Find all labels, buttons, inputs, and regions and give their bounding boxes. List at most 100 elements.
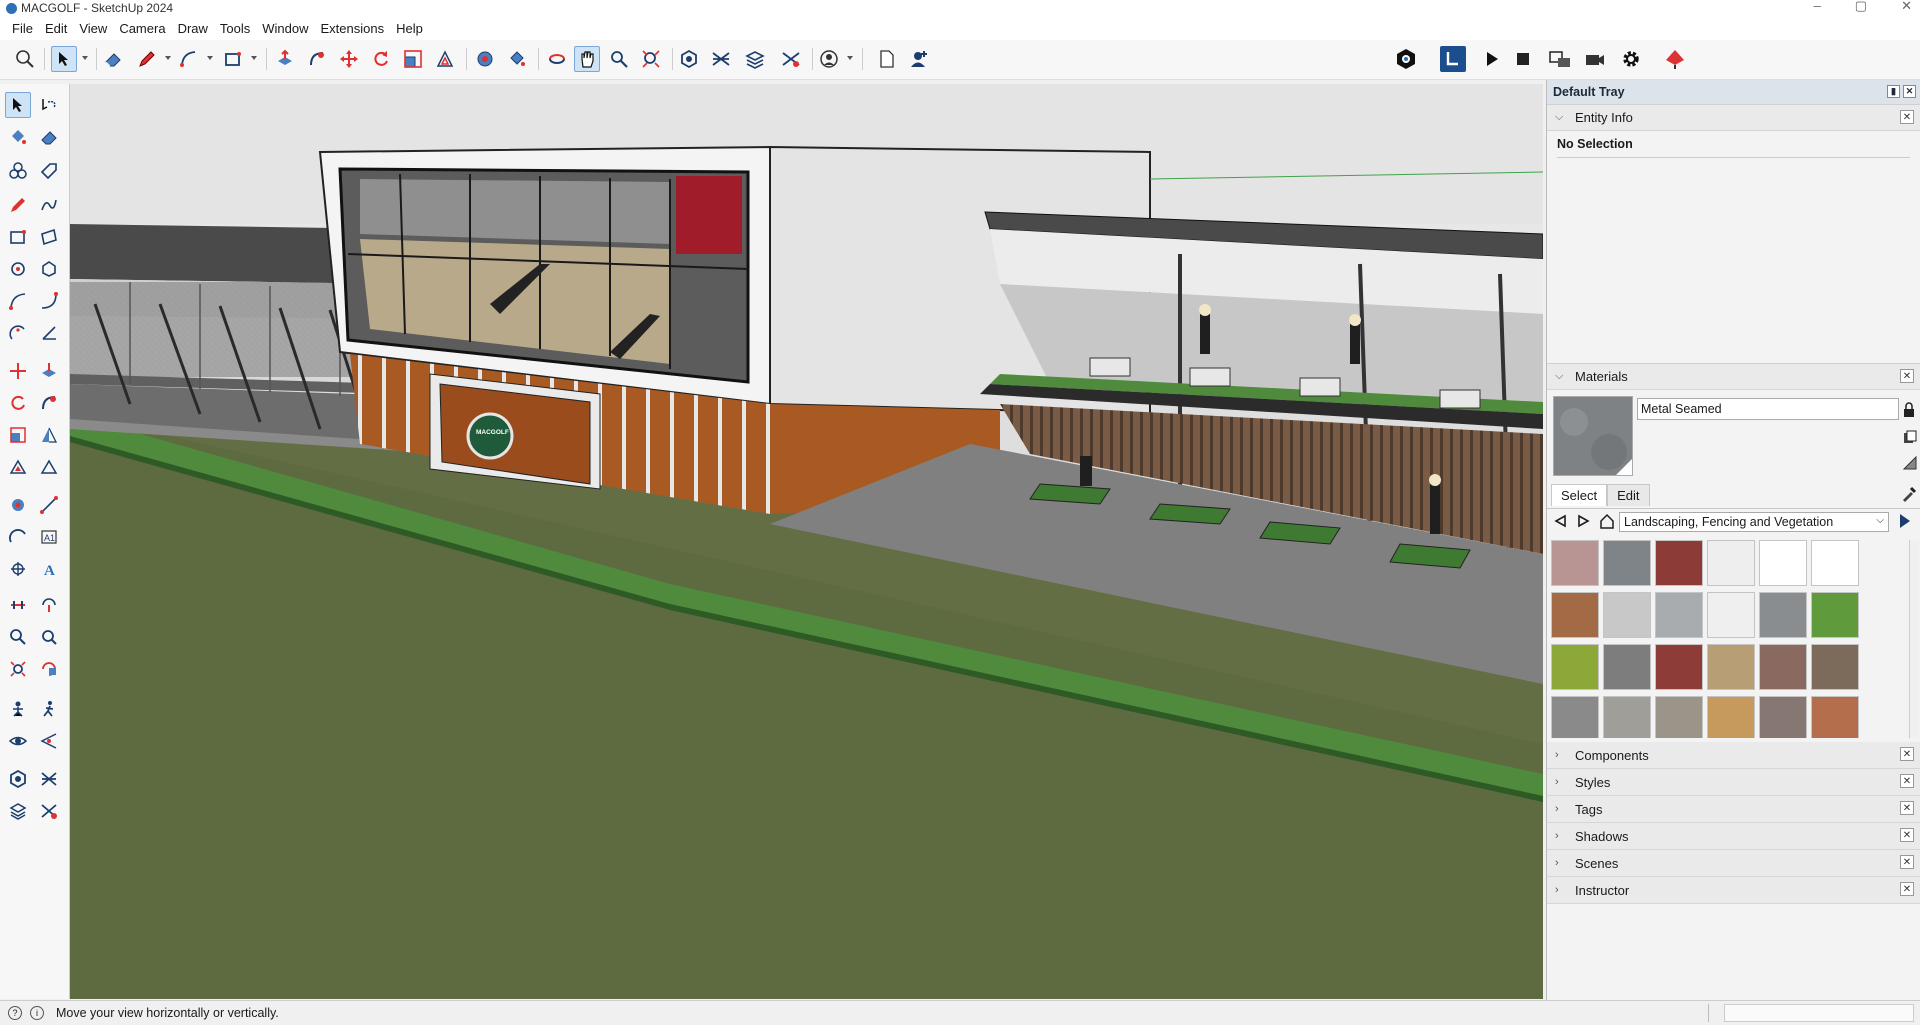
panel-shadows[interactable]: › Shadows ✕ xyxy=(1547,823,1920,850)
close-tray-icon[interactable]: ✕ xyxy=(1903,85,1916,98)
layers-icon[interactable] xyxy=(742,46,768,72)
material-swatch[interactable] xyxy=(1707,644,1755,690)
material-swatch[interactable] xyxy=(1811,696,1859,738)
chevron-down-icon[interactable] xyxy=(165,56,171,60)
section-fill-icon[interactable] xyxy=(36,592,62,618)
back-arrow-icon[interactable] xyxy=(1553,514,1567,528)
zoom-extents-icon[interactable] xyxy=(638,46,664,72)
previous-view-icon[interactable] xyxy=(36,656,62,682)
material-swatch[interactable] xyxy=(1603,644,1651,690)
panel-instructor[interactable]: › Instructor ✕ xyxy=(1547,877,1920,904)
material-swatch[interactable] xyxy=(1655,540,1703,586)
lasso-icon[interactable] xyxy=(36,92,62,118)
close-panel-icon[interactable]: ✕ xyxy=(1900,828,1914,842)
camera-icon[interactable] xyxy=(1582,46,1608,72)
warehouse-icon[interactable] xyxy=(5,766,31,792)
material-swatch[interactable] xyxy=(1603,540,1651,586)
search-icon[interactable] xyxy=(12,46,38,72)
close-panel-icon[interactable]: ✕ xyxy=(1900,774,1914,788)
close-panel-icon[interactable]: ✕ xyxy=(1900,110,1914,124)
protractor-icon[interactable] xyxy=(5,524,31,550)
rectangle-icon[interactable] xyxy=(220,46,246,72)
add-user-icon[interactable] xyxy=(906,46,932,72)
sample-paint-icon[interactable] xyxy=(1902,455,1917,470)
material-swatch[interactable] xyxy=(1759,592,1807,638)
select-tool-icon[interactable] xyxy=(51,46,77,72)
menu-tools[interactable]: Tools xyxy=(214,21,256,36)
warehouse-icon[interactable] xyxy=(676,46,702,72)
gear-icon[interactable] xyxy=(1618,46,1644,72)
look-around-alt-icon[interactable] xyxy=(36,728,62,754)
material-swatch[interactable] xyxy=(1551,592,1599,638)
pan-hand-icon[interactable] xyxy=(574,46,600,72)
eraser-icon[interactable] xyxy=(100,46,126,72)
measurements-box[interactable] xyxy=(1724,1004,1914,1022)
tape-measure-icon[interactable] xyxy=(472,46,498,72)
text-tool-icon[interactable]: A1 xyxy=(36,524,62,550)
rotate-icon[interactable] xyxy=(368,46,394,72)
material-swatch[interactable] xyxy=(1655,592,1703,638)
pencil-icon[interactable] xyxy=(134,46,160,72)
orbit-icon[interactable] xyxy=(544,46,570,72)
menu-window[interactable]: Window xyxy=(256,21,314,36)
create-material-icon[interactable] xyxy=(1903,430,1917,444)
credits-icon[interactable]: i xyxy=(30,1006,44,1020)
close-panel-icon[interactable]: ✕ xyxy=(1900,369,1914,383)
move-icon[interactable] xyxy=(336,46,362,72)
swatch-scrollbar[interactable] xyxy=(1909,540,1919,738)
sandbox-icon[interactable] xyxy=(708,46,734,72)
3d-text-icon[interactable]: A xyxy=(36,556,62,582)
eyedropper-icon[interactable] xyxy=(1901,486,1917,502)
scale-icon[interactable] xyxy=(5,422,31,448)
move-icon[interactable] xyxy=(5,358,31,384)
material-swatch[interactable] xyxy=(1759,644,1807,690)
details-arrow-icon[interactable] xyxy=(1897,512,1913,530)
look-around-icon[interactable] xyxy=(5,728,31,754)
chevron-down-icon[interactable] xyxy=(847,56,853,60)
lock-icon[interactable] xyxy=(1903,402,1915,418)
select-tool-icon[interactable] xyxy=(5,92,31,118)
tag-tool-icon[interactable] xyxy=(36,158,62,184)
freehand-icon[interactable] xyxy=(36,192,62,218)
material-swatch[interactable] xyxy=(1603,696,1651,738)
panel-scenes[interactable]: › Scenes ✕ xyxy=(1547,850,1920,877)
close-panel-icon[interactable]: ✕ xyxy=(1900,855,1914,869)
material-swatch[interactable] xyxy=(1707,696,1755,738)
tab-select[interactable]: Select xyxy=(1551,484,1608,506)
panel-tags[interactable]: › Tags ✕ xyxy=(1547,796,1920,823)
menu-edit[interactable]: Edit xyxy=(39,21,73,36)
zoom-icon[interactable] xyxy=(606,46,632,72)
minimize-icon[interactable]: – xyxy=(1814,0,1821,14)
paint-bucket-icon[interactable] xyxy=(5,124,31,150)
new-page-icon[interactable] xyxy=(874,46,900,72)
forward-arrow-icon[interactable] xyxy=(1577,514,1591,528)
scale-icon[interactable] xyxy=(400,46,426,72)
chevron-down-icon[interactable] xyxy=(82,56,88,60)
panel-components[interactable]: › Components ✕ xyxy=(1547,742,1920,769)
zoom-window-icon[interactable] xyxy=(36,624,62,650)
follow-me-icon[interactable] xyxy=(304,46,330,72)
walk-mode-icon[interactable] xyxy=(1440,46,1466,72)
menu-extensions[interactable]: Extensions xyxy=(315,21,391,36)
menu-help[interactable]: Help xyxy=(390,21,429,36)
play-icon[interactable] xyxy=(1479,46,1505,72)
close-panel-icon[interactable]: ✕ xyxy=(1900,801,1914,815)
3-point-arc-icon[interactable] xyxy=(5,320,31,346)
stop-icon[interactable] xyxy=(1510,46,1536,72)
layers-icon[interactable] xyxy=(5,798,31,824)
material-swatch[interactable] xyxy=(1551,644,1599,690)
material-swatch[interactable] xyxy=(1551,696,1599,738)
material-swatch[interactable] xyxy=(1655,644,1703,690)
material-swatch[interactable] xyxy=(1811,540,1859,586)
rotate-icon[interactable] xyxy=(5,390,31,416)
chevron-down-icon[interactable] xyxy=(251,56,257,60)
collection-dropdown[interactable]: Landscaping, Fencing and Vegetation ⌵ xyxy=(1619,512,1889,532)
material-swatch[interactable] xyxy=(1707,540,1755,586)
close-panel-icon[interactable]: ✕ xyxy=(1900,747,1914,761)
tab-edit[interactable]: Edit xyxy=(1607,484,1650,506)
axes-icon[interactable] xyxy=(5,556,31,582)
material-swatch[interactable] xyxy=(1811,644,1859,690)
extension-manager-icon[interactable] xyxy=(36,798,62,824)
dimension-icon[interactable] xyxy=(36,492,62,518)
material-preview[interactable] xyxy=(1553,396,1633,476)
